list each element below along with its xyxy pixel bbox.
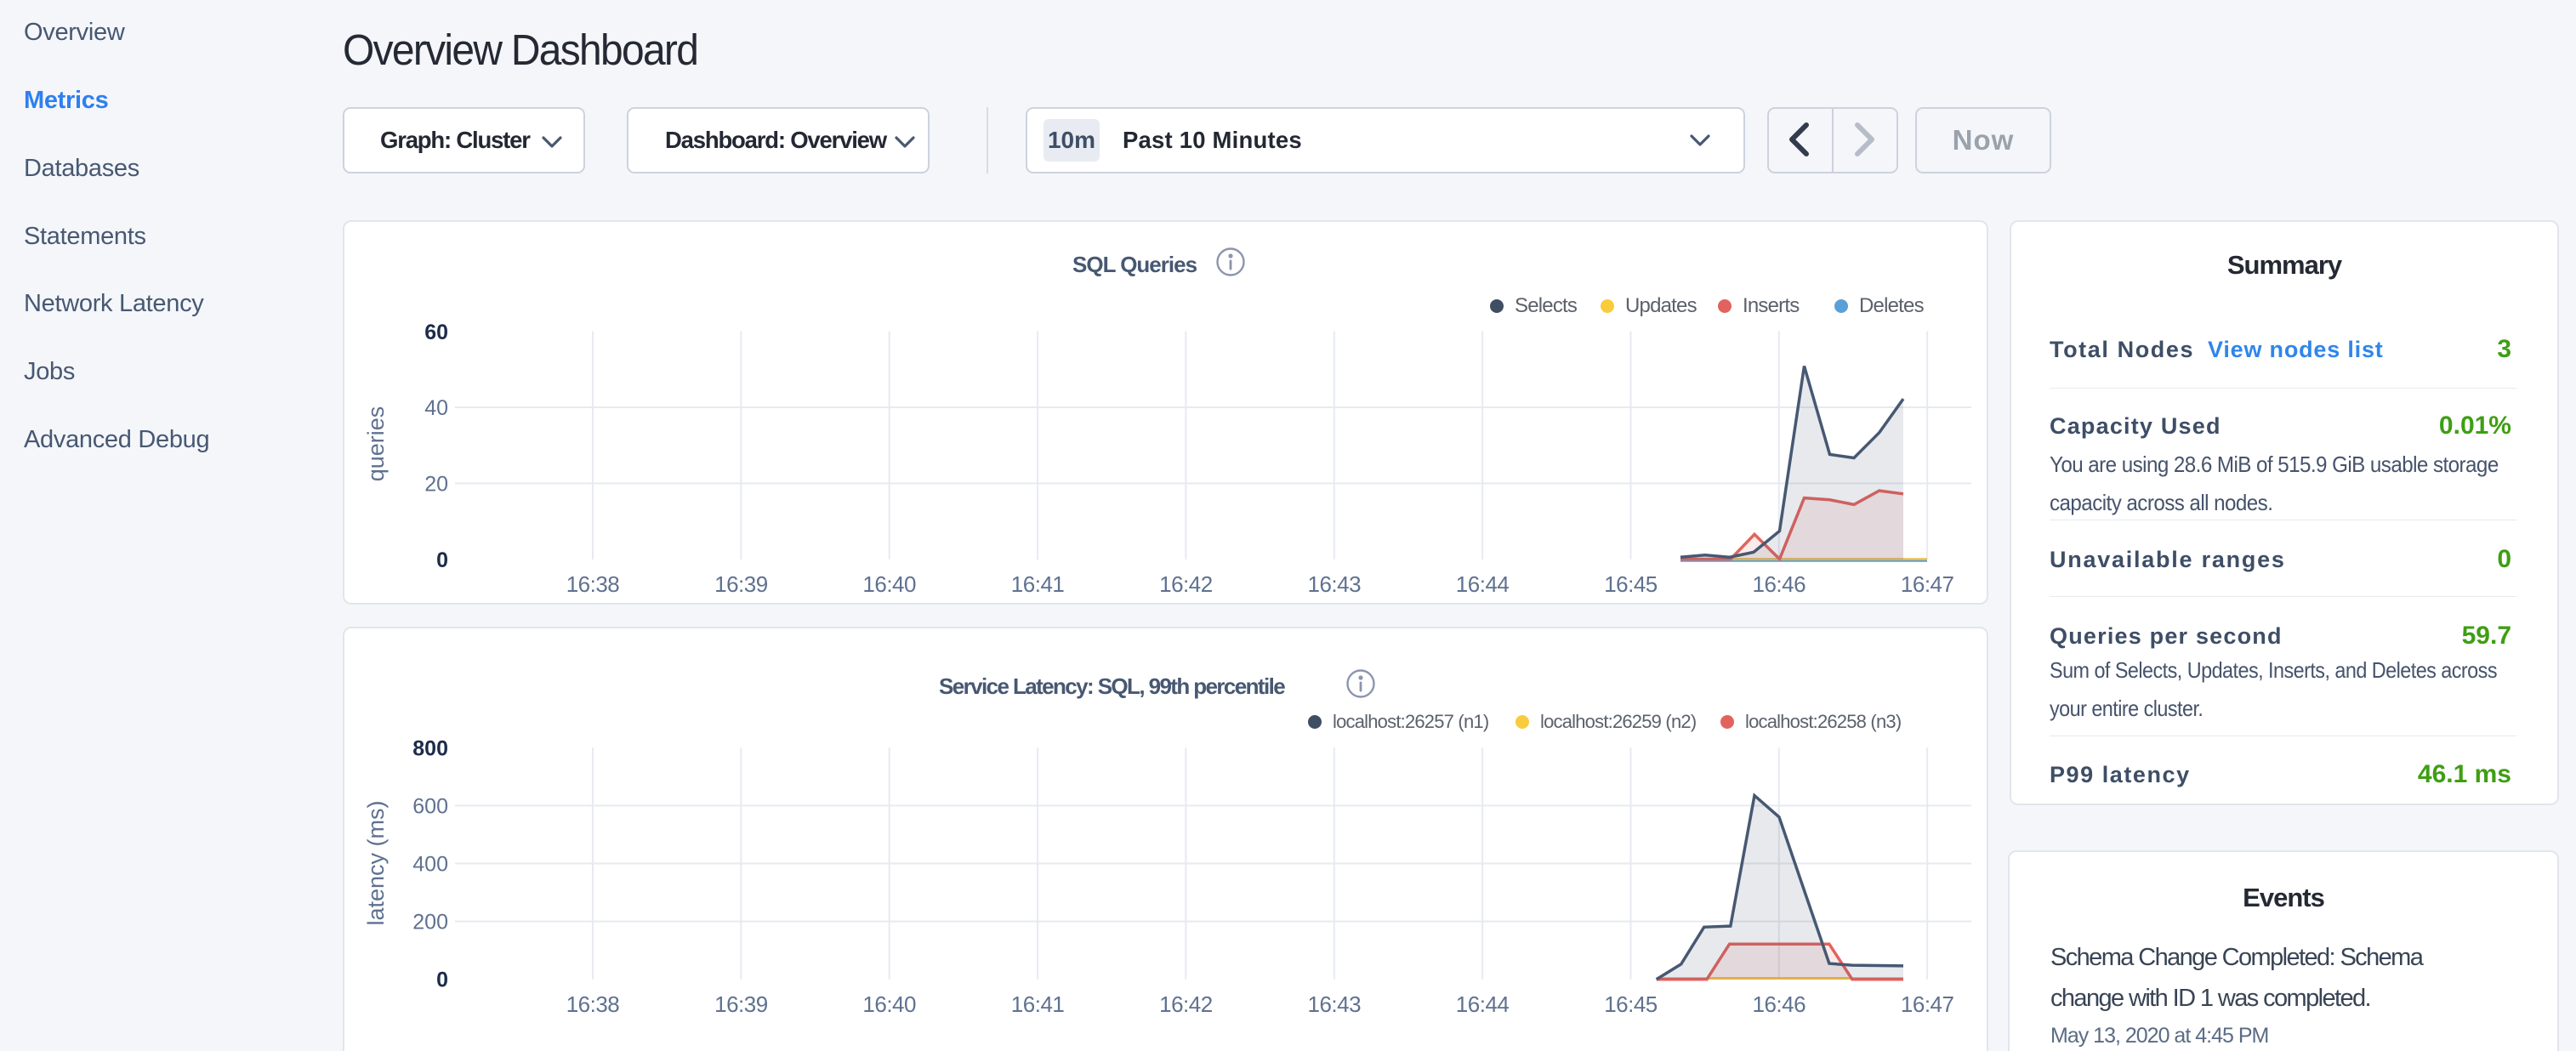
svg-text:16:38: 16:38 [566,991,620,1017]
svg-text:16:40: 16:40 [862,991,916,1017]
svg-text:16:47: 16:47 [1901,991,1954,1017]
svg-text:16:39: 16:39 [714,571,768,597]
svg-text:200: 200 [412,911,448,935]
svg-text:800: 800 [412,736,448,760]
svg-text:16:43: 16:43 [1308,571,1362,597]
svg-text:0: 0 [436,969,448,992]
svg-text:16:42: 16:42 [1159,991,1213,1017]
svg-text:16:41: 16:41 [1011,991,1065,1017]
svg-text:16:44: 16:44 [1456,991,1510,1017]
svg-text:20: 20 [424,473,448,497]
svg-text:600: 600 [412,794,448,818]
svg-text:16:41: 16:41 [1011,571,1065,597]
svg-text:16:42: 16:42 [1159,571,1213,597]
svg-text:16:40: 16:40 [862,571,916,597]
svg-text:16:38: 16:38 [566,571,620,597]
svg-text:queries: queries [363,406,389,482]
svg-text:16:45: 16:45 [1604,571,1658,597]
svg-text:16:43: 16:43 [1308,991,1362,1017]
svg-text:16:46: 16:46 [1753,571,1806,597]
svg-text:16:47: 16:47 [1901,571,1954,597]
svg-text:60: 60 [424,321,448,344]
svg-text:0: 0 [436,548,448,572]
svg-text:16:44: 16:44 [1456,571,1510,597]
svg-text:16:46: 16:46 [1753,991,1806,1017]
svg-text:16:45: 16:45 [1604,991,1658,1017]
svg-text:16:39: 16:39 [714,991,768,1017]
svg-text:40: 40 [424,396,448,420]
svg-text:400: 400 [412,853,448,877]
svg-text:latency (ms): latency (ms) [363,800,389,925]
